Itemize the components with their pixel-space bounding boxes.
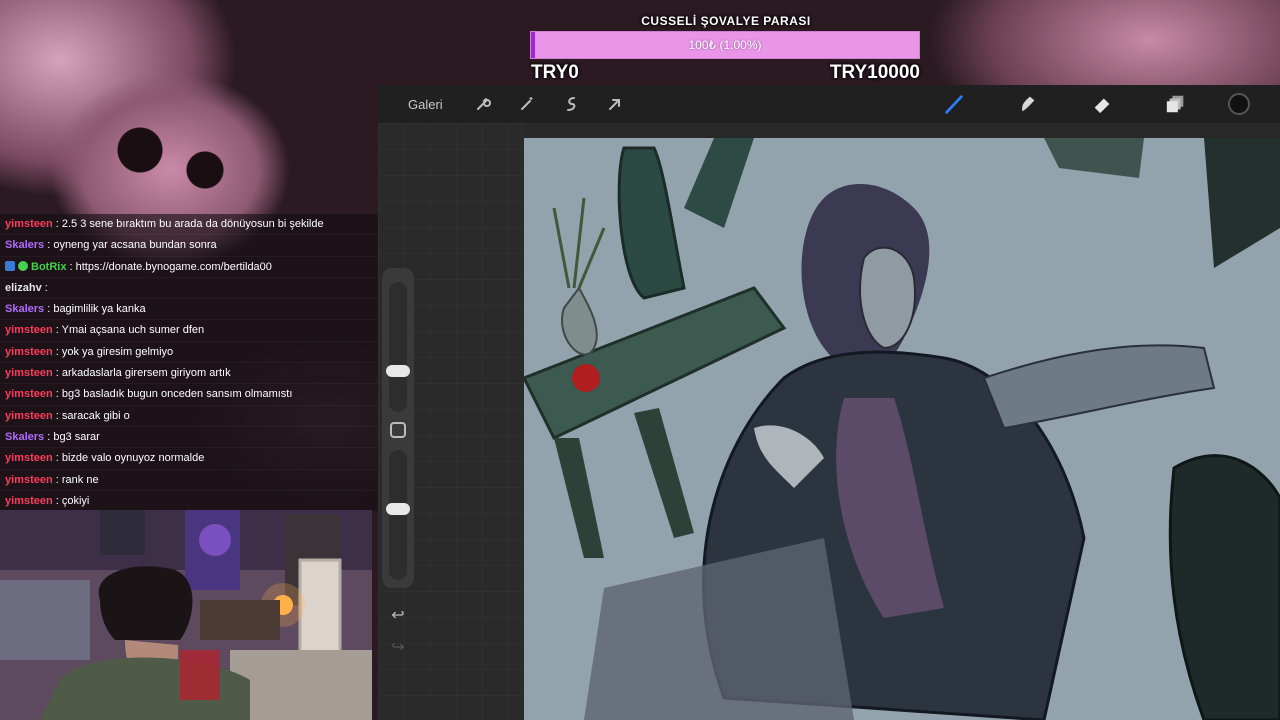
tool-group [932, 85, 1250, 123]
brush-size-thumb[interactable] [386, 364, 410, 377]
modify-button[interactable] [390, 422, 406, 438]
chat-text: : bg3 sarar [44, 430, 100, 443]
donation-goal-title: CUSSELİ ŞOVALYE PARASI [641, 14, 811, 28]
webcam-feed [0, 510, 372, 720]
chat-text: : yok ya giresim gelmiyo [52, 345, 174, 358]
chat-username[interactable]: BotRix [31, 261, 66, 273]
donation-goal-max: TRY10000 [829, 62, 920, 83]
color-swatch[interactable] [1228, 93, 1250, 115]
chat-text: : rank ne [52, 473, 99, 486]
chat-message: yimsteen : 2.5 3 sene bıraktım bu arada … [0, 214, 378, 236]
chat-username[interactable]: Skalers [5, 431, 44, 443]
chat-username[interactable]: Skalers [5, 239, 44, 251]
opacity-slider[interactable] [386, 450, 410, 580]
chat-text: : [41, 281, 48, 294]
donation-goal-progress-text: 100₺ (1.00%) [688, 38, 762, 52]
canvas-illustration [524, 138, 1280, 720]
left-sidebar [382, 268, 414, 588]
webcam-image [0, 510, 372, 720]
transform-arrow-icon[interactable] [604, 93, 626, 115]
chat-message: yimsteen : arkadaslarla girersem giriyom… [0, 363, 378, 385]
chat-message: yimsteen : rank ne [0, 469, 378, 491]
chat-message: yimsteen : saracak gibi o [0, 405, 378, 427]
chat-text: : https://donate.bynogame.com/bertilda00 [66, 260, 272, 273]
verified-badge-icon [18, 260, 28, 271]
drawing-canvas[interactable] [524, 138, 1280, 720]
chat-message: Skalers : bagimlilik ya kanka [0, 299, 378, 321]
chat-username[interactable]: yimsteen [5, 452, 53, 464]
undo-icon[interactable]: ↩ [388, 605, 408, 625]
chat-username[interactable]: yimsteen [5, 410, 53, 422]
chat-message: yimsteen : Ymai açsana uch sumer dfen [0, 320, 378, 342]
chat-username[interactable]: yimsteen [5, 367, 53, 379]
chat-overlay: yimsteen : 2.5 3 sene bıraktım bu arada … [0, 214, 378, 513]
chat-message: Skalers : oyneng yar acsana bundan sonra [0, 235, 378, 257]
chat-text: : çokiyi [52, 494, 90, 507]
eraser-icon[interactable] [1091, 93, 1113, 115]
magic-wand-icon[interactable] [516, 93, 538, 115]
chat-text: : bizde valo oynuyoz normalde [52, 452, 205, 465]
moderator-badge-icon [5, 260, 15, 271]
chat-username[interactable]: yimsteen [5, 346, 53, 358]
chat-username[interactable]: yimsteen [5, 324, 53, 336]
procreate-window: Galeri ↩ ↪ [378, 85, 1280, 720]
donation-goal-min: TRY0 [531, 62, 579, 83]
chat-message: yimsteen : çokiyi [0, 490, 378, 513]
chat-message: BotRix : https://donate.bynogame.com/ber… [0, 256, 378, 278]
brush-icon[interactable] [943, 93, 965, 115]
chat-message: yimsteen : bizde valo oynuyoz normalde [0, 448, 378, 470]
chat-message: yimsteen : yok ya giresim gelmiyo [0, 341, 378, 364]
opacity-thumb[interactable] [386, 503, 410, 516]
chat-message: Skalers : bg3 sarar [0, 426, 378, 449]
chat-message: elizahv : [0, 277, 378, 300]
chat-text: : bagimlilik ya kanka [44, 303, 146, 316]
wrench-icon[interactable] [472, 93, 494, 115]
chat-text: : arkadaslarla girersem giriyom artık [52, 367, 231, 380]
chat-text: : Ymai açsana uch sumer dfen [52, 324, 205, 337]
brush-size-slider[interactable] [386, 282, 410, 412]
chat-message: yimsteen : bg3 basladık bugun onceden sa… [0, 384, 378, 406]
chat-username[interactable]: Skalers [5, 303, 44, 315]
chat-username[interactable]: yimsteen [5, 495, 53, 507]
redo-icon[interactable]: ↪ [388, 637, 408, 657]
layers-icon[interactable] [1165, 93, 1187, 115]
chat-username[interactable]: yimsteen [5, 474, 53, 486]
chat-username[interactable]: yimsteen [5, 388, 53, 400]
selection-icon[interactable] [560, 93, 582, 115]
donation-goal-bar: 100₺ (1.00%) [530, 31, 920, 59]
chat-text: : oyneng yar acsana bundan sonra [44, 239, 217, 252]
chat-text: : bg3 basladık bugun onceden sansım olma… [52, 388, 293, 401]
gallery-button[interactable]: Galeri [408, 97, 443, 112]
chat-username[interactable]: yimsteen [5, 218, 53, 230]
chat-username[interactable]: elizahv [5, 282, 42, 294]
top-toolbar: Galeri [378, 85, 1280, 123]
chat-text: : 2.5 3 sene bıraktım bu arada da dönüyo… [52, 218, 324, 230]
smudge-icon[interactable] [1017, 93, 1039, 115]
chat-text: : saracak gibi o [52, 409, 130, 422]
